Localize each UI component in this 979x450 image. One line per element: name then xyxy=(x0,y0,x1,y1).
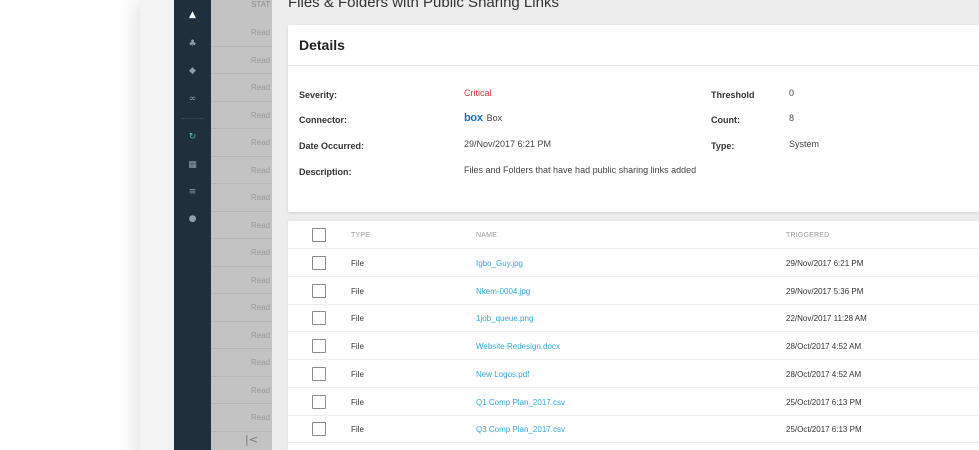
table-row[interactable]: File Website Redesign.docx 28/Oct/2017 4:5… xyxy=(288,332,979,361)
details-divider xyxy=(288,65,979,66)
type-value: System xyxy=(789,139,820,149)
description-label: Description: xyxy=(299,167,352,177)
date-occurred-value: 29/Nov/2017 6:21 PM xyxy=(464,139,552,149)
cell-name-link[interactable]: Nkem-0004.jpg xyxy=(476,287,530,296)
files-table: TYPE NAME TRIGGERED File Igbo_Guy.jpg 29/N… xyxy=(288,221,979,450)
cell-type: File xyxy=(351,397,364,407)
cell-type: File xyxy=(351,286,364,296)
cell-triggered: 29/Nov/2017 5:36 PM xyxy=(786,286,864,296)
link-icon[interactable]: ∞ xyxy=(174,93,211,105)
row-checkbox[interactable] xyxy=(312,394,326,409)
severity-value: Critical xyxy=(464,88,492,98)
modal-scrim xyxy=(211,0,273,450)
cell-triggered: 28/Oct/2017 4:52 AM xyxy=(786,369,862,379)
box-logo-icon: box xyxy=(464,112,483,124)
list-icon[interactable]: ≡ xyxy=(174,186,211,198)
row-checkbox[interactable] xyxy=(312,283,326,298)
threshold-label: Threshold xyxy=(711,90,755,100)
cell-type: File xyxy=(351,425,364,435)
row-checkbox[interactable] xyxy=(312,311,326,326)
connector-value: box Box xyxy=(464,113,502,124)
cell-type: File xyxy=(351,259,364,268)
count-label: Count: xyxy=(711,115,740,125)
table-row[interactable]: File New Logos.pdf 28/Oct/2017 4:52 AM xyxy=(288,360,979,388)
users-icon[interactable]: ♣ xyxy=(174,38,211,50)
chat-icon[interactable]: ● xyxy=(174,213,211,225)
cell-name-link[interactable]: Q1 Comp Plan_2017.csv xyxy=(476,398,565,407)
table-header: TYPE NAME TRIGGERED xyxy=(288,221,979,249)
connector-name: Box xyxy=(486,113,503,123)
nav-divider xyxy=(181,118,204,119)
table-row[interactable]: File Q1 Comp Plan_2017.csv 25/Oct/2017 6:1… xyxy=(288,388,979,416)
threshold-value: 0 xyxy=(789,88,795,98)
cell-type: File xyxy=(351,314,364,324)
layers-icon[interactable]: ◆ xyxy=(174,65,211,77)
cell-name-link[interactable]: 1job_queue.png xyxy=(476,314,533,323)
column-type[interactable]: TYPE xyxy=(351,232,370,239)
cell-triggered: 29/Nov/2017 6:21 PM xyxy=(786,259,864,268)
panel-title: Files & Folders with Public Sharing Link… xyxy=(288,0,559,11)
details-title: Details xyxy=(299,37,345,53)
cell-name-link[interactable]: Igbo_Guy.jpg xyxy=(476,259,523,268)
cell-triggered: 22/Nov/2017 11:28 AM xyxy=(786,314,867,324)
table-row[interactable]: File 1job_queue.png 22/Nov/2017 11:28 AM xyxy=(288,304,979,333)
description-value: Files and Folders that have had public s… xyxy=(464,165,697,175)
select-all-checkbox[interactable] xyxy=(312,228,326,242)
grid-icon[interactable]: ▦ xyxy=(174,159,211,171)
type-label: Type: xyxy=(711,141,735,151)
icon-sidebar: ▲ ♣ ◆ ∞ ↻ ▦ ≡ ● xyxy=(174,0,211,450)
cell-triggered: 25/Oct/2017 6:13 PM xyxy=(786,425,862,435)
cell-name-link[interactable]: New Logos.pdf xyxy=(476,370,529,379)
cell-type: File xyxy=(351,369,364,379)
severity-label: Severity: xyxy=(299,90,338,100)
row-checkbox[interactable] xyxy=(312,366,326,381)
connector-label: Connector: xyxy=(299,115,347,125)
row-checkbox[interactable] xyxy=(312,256,326,270)
cell-type: File xyxy=(351,342,364,352)
row-checkbox[interactable] xyxy=(312,339,326,354)
date-occurred-label: Date Occurred: xyxy=(299,141,365,151)
count-value: 8 xyxy=(789,113,795,123)
column-triggered[interactable]: TRIGGERED xyxy=(786,232,829,239)
column-name[interactable]: NAME xyxy=(476,232,497,239)
bell-icon[interactable]: ▲ xyxy=(174,9,211,21)
table-row[interactable]: File Q3 Comp Plan_2017.csv 25/Oct/2017 6:1… xyxy=(288,415,979,444)
cell-name-link[interactable]: Website Redesign.docx xyxy=(476,342,560,351)
stage: ▲ ♣ ◆ ∞ ↻ ▦ ≡ ● STAT Read Read Read Read Rea… xyxy=(0,0,979,450)
table-row[interactable]: File Igbo_Guy.jpg 29/Nov/2017 6:21 PM xyxy=(288,249,979,277)
table-row[interactable]: File Nkem-0004.jpg 29/Nov/2017 5:36 PM xyxy=(288,277,979,305)
row-checkbox[interactable] xyxy=(312,422,326,437)
cell-triggered: 28/Oct/2017 4:52 AM xyxy=(786,342,862,352)
details-card: Details Severity: Critical Connector: bo… xyxy=(288,25,979,212)
cell-name-link[interactable]: Q3 Comp Plan_2017.csv xyxy=(476,425,565,434)
cell-triggered: 25/Oct/2017 6:13 PM xyxy=(786,397,862,407)
refresh-icon[interactable]: ↻ xyxy=(174,131,211,143)
